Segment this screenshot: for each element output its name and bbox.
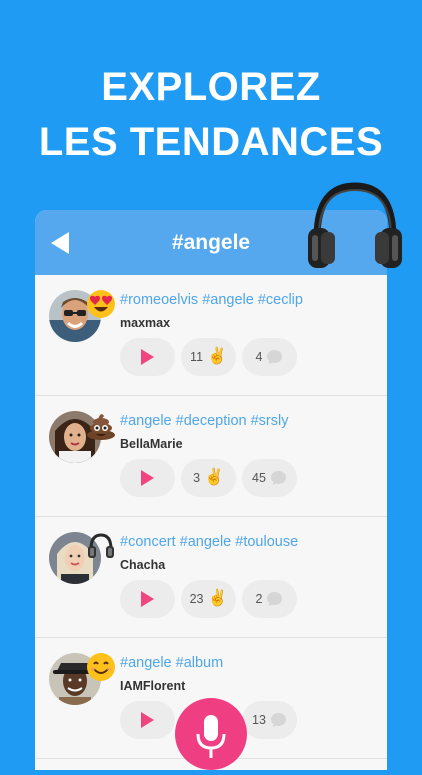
like-button[interactable]: 23 ✌️: [181, 580, 236, 618]
play-icon: [141, 712, 154, 728]
smile-emoji: [87, 653, 115, 681]
like-button[interactable]: 11 ✌️: [181, 338, 236, 376]
post-item: #concert #angele #toulouse Chacha 23 ✌️ …: [35, 517, 387, 638]
play-icon: [141, 591, 154, 607]
headphones-emoji: [88, 533, 114, 558]
comment-button[interactable]: 13: [242, 701, 297, 739]
post-username[interactable]: Chacha: [120, 558, 165, 572]
play-button[interactable]: [120, 701, 175, 739]
post-username[interactable]: maxmax: [120, 316, 170, 330]
headline-line-2: LES TENDANCES: [38, 120, 384, 164]
poop-emoji: [87, 414, 115, 440]
comment-count: 13: [252, 713, 266, 727]
record-button[interactable]: [175, 698, 247, 770]
like-button[interactable]: 3 ✌️: [181, 459, 236, 497]
heart-eyes-emoji: [87, 290, 115, 318]
headline: EXPLOREZ LES TENDANCES: [0, 60, 422, 170]
hashtag-card: #angele #romeoelvis #angele #ceclip maxm…: [35, 210, 387, 770]
post-hashtags[interactable]: #concert #angele #toulouse: [120, 534, 298, 550]
play-icon: [141, 349, 154, 365]
play-icon: [141, 470, 154, 486]
post-feed: #romeoelvis #angele #ceclip maxmax 11 ✌️…: [35, 275, 387, 759]
headline-line-1: EXPLOREZ: [101, 65, 321, 109]
post-hashtags[interactable]: #angele #deception #srsly: [120, 413, 288, 429]
comment-bubble-icon: [267, 350, 283, 364]
microphone-icon: [196, 715, 226, 758]
play-button[interactable]: [120, 338, 175, 376]
post-hashtags[interactable]: #angele #album: [120, 655, 223, 671]
comment-button[interactable]: 4: [242, 338, 297, 376]
victory-hand-icon: ✌️: [207, 590, 228, 607]
comment-bubble-icon: [270, 713, 286, 727]
comment-count: 45: [252, 471, 266, 485]
comment-bubble-icon: [270, 471, 286, 485]
play-button[interactable]: [120, 459, 175, 497]
like-count: 23: [189, 592, 204, 606]
comment-count: 4: [255, 350, 263, 364]
comment-button[interactable]: 2: [242, 580, 297, 618]
post-username[interactable]: IAMFlorent: [120, 679, 185, 693]
headphones-icon: [308, 182, 402, 268]
back-arrow-icon[interactable]: [51, 232, 69, 254]
victory-hand-icon: ✌️: [204, 469, 224, 486]
like-count: 3: [193, 471, 201, 485]
post-item: #romeoelvis #angele #ceclip maxmax 11 ✌️…: [35, 275, 387, 396]
like-count: 11: [190, 350, 204, 364]
comment-button[interactable]: 45: [242, 459, 297, 497]
victory-hand-icon: ✌️: [207, 348, 227, 365]
comment-count: 2: [255, 592, 263, 606]
post-hashtags[interactable]: #romeoelvis #angele #ceclip: [120, 292, 303, 308]
comment-bubble-icon: [267, 592, 283, 606]
post-item: #angele #deception #srsly BellaMarie 3 ✌…: [35, 396, 387, 517]
post-username[interactable]: BellaMarie: [120, 437, 183, 451]
play-button[interactable]: [120, 580, 175, 618]
